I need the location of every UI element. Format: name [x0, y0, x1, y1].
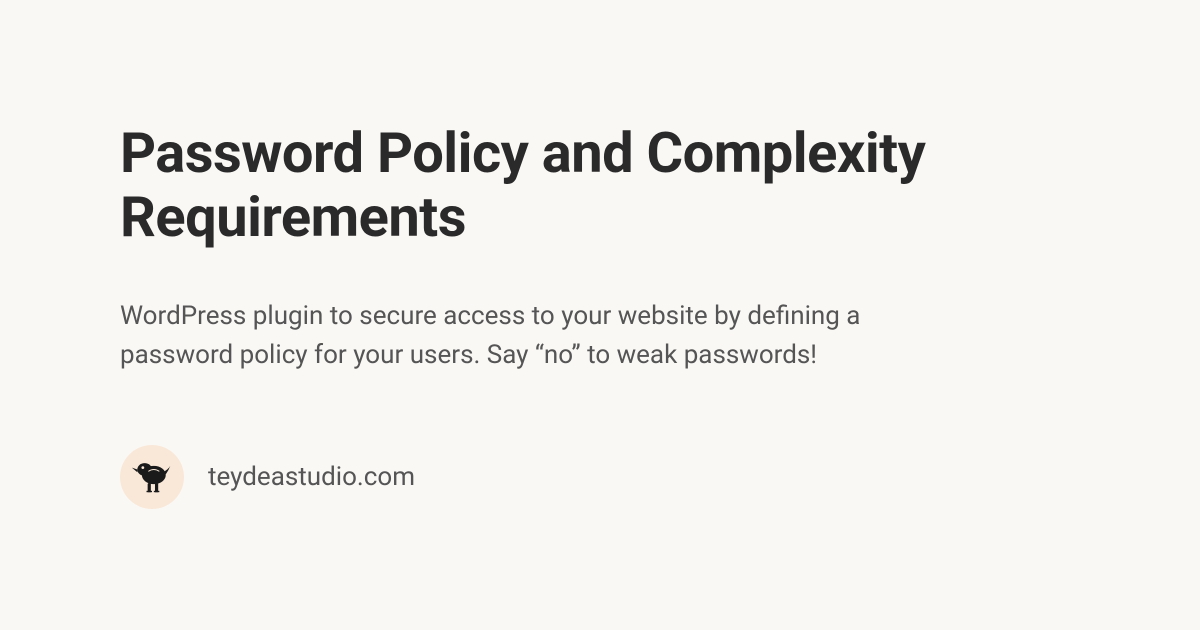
domain-text: teydeastudio.com — [208, 462, 415, 492]
page-description: WordPress plugin to secure access to you… — [120, 297, 940, 375]
bird-icon — [130, 453, 174, 501]
page-title: Password Policy and Complexity Requireme… — [120, 121, 1080, 250]
logo — [120, 445, 184, 509]
footer: teydeastudio.com — [120, 445, 1080, 509]
